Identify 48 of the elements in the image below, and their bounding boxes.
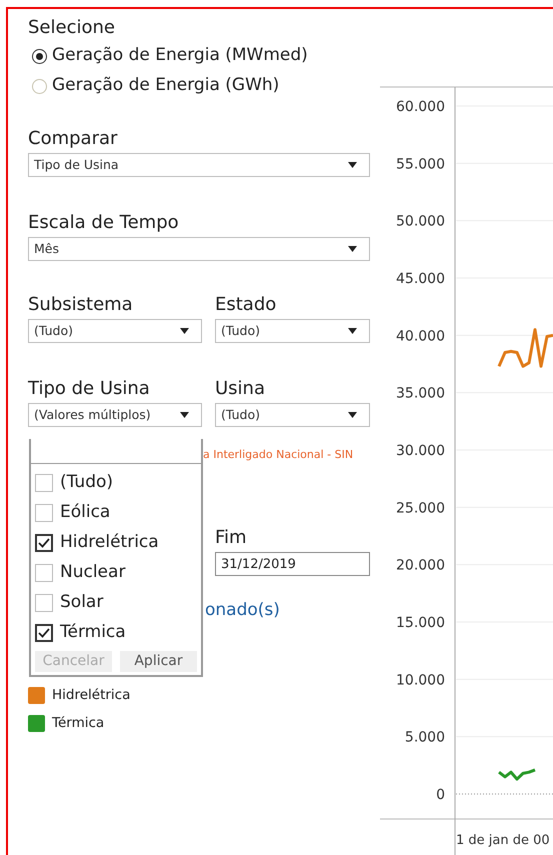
- y-axis-label: 50.000: [396, 214, 445, 230]
- x-axis-label: 1 de jan de 00: [456, 833, 550, 848]
- radio-option[interactable]: Geração de Energia (GWh): [32, 71, 380, 101]
- checkbox-option[interactable]: (Tudo): [31, 468, 201, 498]
- filter-label: Tipo de Usina: [28, 379, 151, 399]
- legend-label: Hidrelétrica: [52, 686, 130, 705]
- dropdown[interactable]: (Valores múltiplos): [28, 403, 202, 427]
- caret-icon: [348, 246, 357, 252]
- filter-label: Estado: [215, 295, 278, 315]
- dropdown[interactable]: Tipo de Usina: [28, 153, 370, 177]
- note-text: a Interligado Nacional - SIN: [203, 448, 354, 462]
- popup-button[interactable]: Aplicar: [120, 651, 197, 672]
- y-axis-label: 30.000: [396, 443, 445, 459]
- caret-icon: [348, 412, 357, 418]
- checkbox-option[interactable]: Térmica: [31, 618, 201, 648]
- y-axis-label: 45.000: [396, 271, 445, 287]
- checkbox-option[interactable]: Hidrelétrica: [31, 528, 201, 558]
- y-axis-label: 5.000: [404, 730, 445, 746]
- y-axis-label: 60.000: [396, 99, 445, 115]
- dropdown[interactable]: (Tudo): [28, 319, 202, 343]
- checkbox-option[interactable]: Eólica: [31, 498, 201, 528]
- dropdown[interactable]: (Tudo): [215, 319, 370, 343]
- caret-icon: [180, 328, 189, 334]
- y-axis-label: 35.000: [396, 386, 445, 402]
- caret-icon: [180, 412, 189, 418]
- filter-label: Subsistema: [28, 295, 134, 315]
- selected-link[interactable]: onado(s): [205, 599, 380, 621]
- y-axis-label: 25.000: [396, 500, 445, 516]
- caret-icon: [348, 162, 357, 168]
- caret-icon: [348, 328, 357, 334]
- y-axis-label: 0: [436, 787, 445, 803]
- checkbox-option[interactable]: Nuclear: [31, 558, 201, 588]
- filter-label: Comparar: [28, 129, 118, 149]
- dropdown[interactable]: Mês: [28, 237, 370, 261]
- radio-option[interactable]: Geração de Energia (MWmed): [32, 41, 380, 71]
- y-axis-label: 20.000: [396, 558, 445, 574]
- y-axis-label: 15.000: [396, 615, 445, 631]
- date-field[interactable]: 31/12/2019: [215, 552, 370, 576]
- checkbox-option[interactable]: Solar: [31, 588, 201, 618]
- y-axis-label: 40.000: [396, 328, 445, 344]
- filter-label: Fim: [215, 528, 248, 548]
- filter-label: Escala de Tempo: [28, 213, 180, 233]
- y-axis-label: 55.000: [396, 156, 445, 172]
- section-title: Selecione: [28, 17, 116, 39]
- y-axis-label: 10.000: [396, 672, 445, 688]
- filter-label: Usina: [215, 379, 266, 399]
- legend-label: Térmica: [52, 714, 104, 734]
- dropdown[interactable]: (Tudo): [215, 403, 370, 427]
